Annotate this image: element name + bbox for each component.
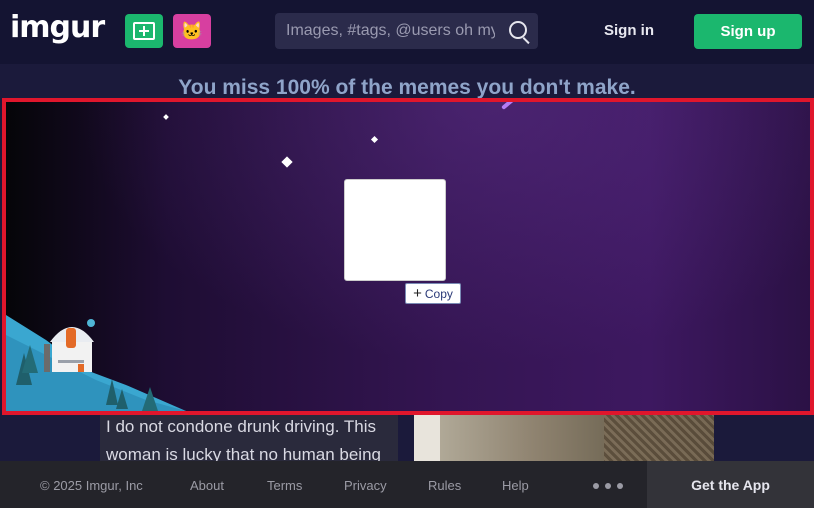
page-tagline: You miss 100% of the memes you don't mak… — [178, 76, 636, 99]
search-bar — [275, 13, 538, 49]
cat-icon: 🐱 — [180, 20, 204, 41]
copy-label: Copy — [424, 286, 453, 301]
sign-in-link[interactable]: Sign in — [604, 22, 654, 39]
footer: © 2025 Imgur, Inc About Terms Privacy Ru… — [0, 461, 814, 508]
ad-banner[interactable]: + Copy — [2, 98, 814, 415]
ad-image-placeholder — [344, 179, 446, 281]
new-post-button[interactable] — [125, 14, 163, 48]
search-input[interactable] — [275, 13, 495, 49]
top-navbar: imgur 🐱 Sign in Sign up — [0, 0, 814, 64]
footer-link-rules[interactable]: Rules — [428, 478, 461, 493]
get-the-app-button[interactable]: Get the App — [647, 461, 814, 508]
imgur-logo[interactable]: imgur — [10, 10, 105, 45]
observatory-illustration — [44, 319, 95, 372]
footer-link-privacy[interactable]: Privacy — [344, 478, 387, 493]
copy-button[interactable]: + Copy — [405, 283, 461, 304]
footer-link-help[interactable]: Help — [502, 478, 529, 493]
more-options-icon[interactable] — [593, 483, 623, 489]
search-icon[interactable] — [509, 21, 527, 39]
footer-link-terms[interactable]: Terms — [267, 478, 302, 493]
plus-square-icon — [133, 22, 155, 40]
random-mode-button[interactable]: 🐱 — [173, 14, 211, 48]
sign-up-button[interactable]: Sign up — [694, 14, 802, 49]
copyright-text: © 2025 Imgur, Inc — [40, 478, 143, 493]
footer-link-about[interactable]: About — [190, 478, 224, 493]
plus-icon: + — [413, 284, 422, 302]
